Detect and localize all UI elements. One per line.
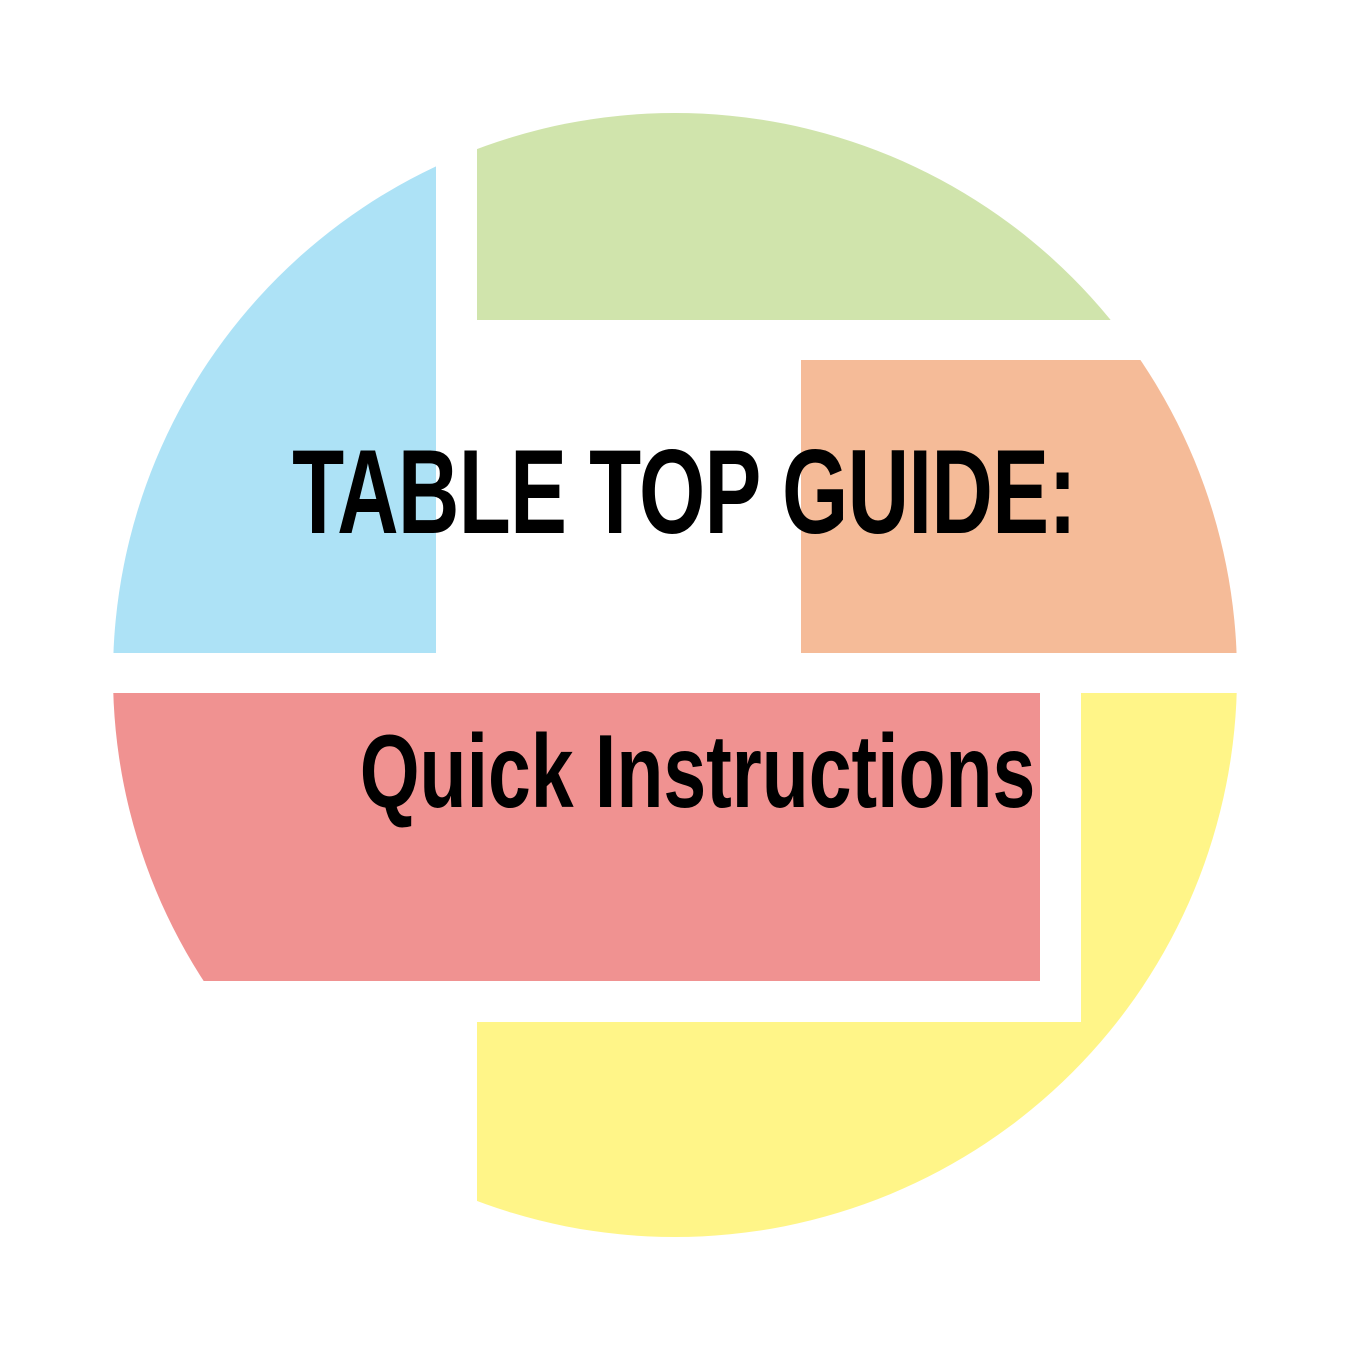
- table-layout-graphic: [113, 113, 1237, 1237]
- subtitle-text: Quick Instructions: [360, 714, 1036, 830]
- title-text: TABLE TOP GUIDE:: [292, 425, 1077, 559]
- page-subtitle: Quick Instructions: [0, 720, 1350, 840]
- green-segment: [477, 113, 1237, 320]
- page-title: TABLE TOP GUIDE:: [0, 432, 1350, 572]
